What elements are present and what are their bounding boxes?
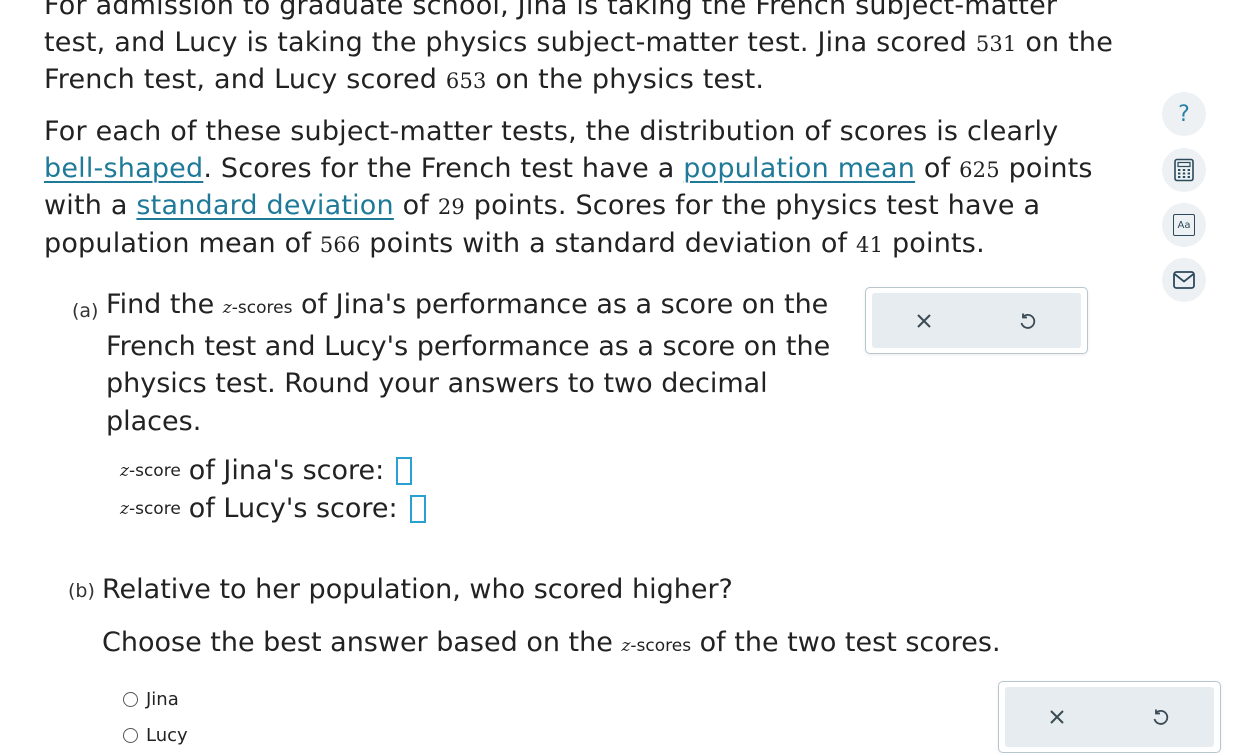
part-a-question: Find the z-scores of Jina's performance … — [106, 289, 831, 437]
calculator-button[interactable] — [1162, 148, 1206, 192]
option-label: Jina — [146, 689, 179, 710]
jina-zscore-label: of Jina's score: — [188, 455, 385, 486]
population-mean-link[interactable]: population mean — [683, 153, 915, 184]
option-jina[interactable]: Jina — [123, 689, 179, 710]
part-b-question: Relative to her population, who scored h… — [102, 574, 733, 605]
question-mark-icon: ? — [1178, 101, 1190, 127]
part-a-action-panel — [865, 287, 1088, 354]
physics-mean-value: 566 — [319, 232, 361, 257]
dictionary-icon: Aa — [1173, 214, 1195, 236]
undo-button[interactable] — [1017, 311, 1037, 331]
lucy-score-value: 653 — [445, 69, 487, 93]
french-sd-value: 29 — [437, 195, 465, 219]
bell-shaped-link[interactable]: bell-shaped — [44, 153, 203, 184]
option-lucy[interactable]: Lucy — [123, 725, 188, 746]
help-button[interactable]: ? — [1162, 92, 1206, 136]
jina-score-value: 531 — [975, 31, 1017, 56]
physics-sd-value: 41 — [856, 232, 884, 257]
jina-zscore-row: z-score of Jina's score: — [120, 455, 413, 486]
calculator-icon — [1174, 158, 1194, 182]
z-scores-term: z-scores — [621, 636, 692, 656]
clear-button[interactable] — [915, 312, 933, 330]
lucy-zscore-label: of Lucy's score: — [188, 493, 398, 524]
part-b-instruction: Choose the best answer based on the z-sc… — [102, 627, 1001, 658]
radio-button[interactable] — [123, 728, 138, 743]
undo-icon — [1153, 709, 1169, 725]
dictionary-button[interactable]: Aa — [1162, 203, 1206, 247]
part-b-label: (b) — [68, 580, 95, 602]
z-scores-term: z-scores — [222, 298, 293, 318]
part-b-action-panel — [998, 681, 1221, 753]
lucy-zscore-input[interactable] — [409, 494, 426, 523]
radio-button[interactable] — [123, 692, 138, 707]
z-score-term: z-score — [120, 460, 181, 481]
undo-button[interactable] — [1150, 707, 1170, 727]
jina-zscore-input[interactable] — [396, 456, 413, 485]
mail-icon — [1173, 271, 1195, 289]
option-label: Lucy — [146, 725, 188, 746]
undo-icon — [1020, 313, 1036, 329]
problem-distribution-paragraph: For each of these subject-matter tests, … — [44, 116, 1093, 259]
close-icon — [917, 313, 931, 328]
message-button[interactable] — [1162, 258, 1206, 302]
part-a-label: (a) — [72, 300, 99, 322]
standard-deviation-link[interactable]: standard deviation — [136, 190, 393, 221]
lucy-zscore-row: z-score of Lucy's score: — [120, 493, 426, 524]
z-score-term: z-score — [120, 498, 181, 519]
problem-intro-paragraph: For admission to graduate school, Jina i… — [44, 0, 1114, 95]
close-icon — [1050, 710, 1064, 724]
french-mean-value: 625 — [959, 157, 1000, 182]
clear-button[interactable] — [1048, 708, 1066, 726]
